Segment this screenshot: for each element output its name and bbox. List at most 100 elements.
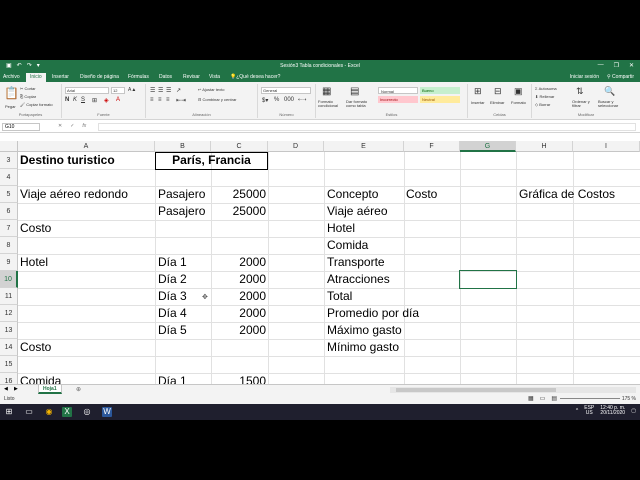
cell-e8[interactable]: Comida — [327, 237, 368, 254]
cell-c9[interactable]: 2000 — [211, 254, 266, 271]
column-header-c[interactable]: C — [211, 141, 268, 152]
tab-formulas[interactable]: Fórmulas — [128, 74, 149, 80]
cell-e6[interactable]: Viaje aéreo — [327, 203, 388, 220]
close-button[interactable]: ✕ — [629, 62, 634, 69]
borders-icon[interactable]: ⊞ — [92, 97, 97, 104]
restore-button[interactable]: ❐ — [614, 62, 619, 69]
italic-icon[interactable]: K — [73, 97, 77, 103]
cell-c13[interactable]: 2000 — [211, 322, 266, 339]
align-left-icon[interactable]: ≡ — [150, 97, 154, 103]
row-header-12[interactable]: 12 — [0, 305, 18, 322]
tab-archivo[interactable]: Archivo — [3, 74, 20, 80]
select-all-corner[interactable] — [0, 141, 18, 152]
row-header-14[interactable]: 14 — [0, 339, 18, 356]
sheet-next-icon[interactable]: ▶ — [14, 386, 18, 392]
style-good[interactable]: Bueno — [420, 87, 460, 94]
add-sheet-icon[interactable]: ⊕ — [76, 386, 81, 393]
enter-icon[interactable]: ✓ — [70, 123, 74, 129]
cell-e12[interactable]: Promedio por día — [327, 305, 419, 322]
insert-cells-icon[interactable]: ⊞ — [474, 86, 482, 97]
row-header-9[interactable]: 9 — [0, 254, 18, 271]
notifications-icon[interactable]: ▢ — [631, 408, 636, 414]
row-header-11[interactable]: 11 — [0, 288, 18, 305]
tab-vista[interactable]: Vista — [209, 74, 220, 80]
cell-e13[interactable]: Máximo gasto — [327, 322, 402, 339]
comma-style-icon[interactable]: 000 — [284, 97, 294, 103]
cell-b6[interactable]: Pasajero — [158, 203, 205, 220]
paste-button[interactable]: Pegar — [5, 104, 16, 109]
fill-button[interactable]: ⬇ Rellenar — [535, 94, 554, 99]
column-header-i[interactable]: I — [573, 141, 640, 152]
minimize-button[interactable]: — — [598, 62, 604, 69]
underline-icon[interactable]: S — [81, 97, 85, 103]
row-header-15[interactable]: 15 — [0, 356, 18, 373]
indent-icon[interactable]: ⇤⇥ — [176, 97, 186, 104]
find-select-icon[interactable]: 🔍 — [604, 86, 615, 97]
cell-a9[interactable]: Hotel — [20, 254, 48, 271]
paste-icon[interactable]: 📋 — [4, 86, 19, 100]
cell-e14[interactable]: Mínimo gasto — [327, 339, 399, 356]
column-header-g[interactable]: G — [460, 141, 516, 152]
cell-a7[interactable]: Costo — [20, 220, 51, 237]
style-bad[interactable]: Incorrecto — [378, 96, 418, 103]
cell-b10[interactable]: Día 2 — [158, 271, 187, 288]
cell-b13[interactable]: Día 5 — [158, 322, 187, 339]
column-header-h[interactable]: H — [516, 141, 573, 152]
tab-revisar[interactable]: Revisar — [183, 74, 200, 80]
currency-icon[interactable]: $▾ — [262, 97, 268, 104]
active-cell-g10[interactable] — [459, 270, 517, 289]
cell-b9[interactable]: Día 1 — [158, 254, 187, 271]
font-grow-icon[interactable]: A▲ — [128, 87, 136, 93]
cell-e5[interactable]: Concepto — [327, 186, 378, 203]
format-table-icon[interactable]: ▤ — [350, 86, 359, 97]
sort-filter-icon[interactable]: ⇅ — [576, 86, 584, 97]
tab-datos[interactable]: Datos — [159, 74, 172, 80]
chrome-icon[interactable]: ◉ — [44, 407, 54, 417]
tab-diseno-de-pagina[interactable]: Diseño de página — [80, 74, 119, 80]
cell-c10[interactable]: 2000 — [211, 271, 266, 288]
font-name-select[interactable]: Arial — [65, 87, 109, 94]
row-header-6[interactable]: 6 — [0, 203, 18, 220]
cell-e9[interactable]: Transporte — [327, 254, 385, 271]
align-top-icon[interactable]: ☰ — [150, 87, 155, 94]
column-header-b[interactable]: B — [155, 141, 211, 152]
page-layout-icon[interactable]: ▭ — [540, 395, 546, 402]
conditional-format-button[interactable]: Formato condicional — [318, 100, 346, 108]
cell-b3[interactable]: París, Francia — [155, 152, 268, 169]
formula-input[interactable] — [98, 123, 636, 131]
row-header-10[interactable]: 10 — [0, 271, 18, 288]
row-header-8[interactable]: 8 — [0, 237, 18, 254]
font-size-select[interactable]: 12 — [111, 87, 125, 94]
worksheet-grid[interactable]: A B C D E F G H I 3 4 5 6 7 8 9 10 11 12… — [0, 141, 640, 420]
find-select-button[interactable]: Buscar y seleccionar — [598, 100, 628, 108]
row-header-13[interactable]: 13 — [0, 322, 18, 339]
cell-a3[interactable]: Destino turistico — [20, 152, 115, 169]
page-break-icon[interactable]: ▤ — [551, 395, 557, 402]
windows-start-icon[interactable]: ⊞ — [4, 407, 14, 417]
zoom-level[interactable]: 175 % — [622, 396, 636, 402]
input-language[interactable]: ESP US — [584, 406, 594, 416]
column-header-a[interactable]: A — [18, 141, 155, 152]
signin-link[interactable]: Iniciar sesión — [570, 74, 599, 80]
sheet-prev-icon[interactable]: ◀ — [4, 386, 8, 392]
conditional-format-icon[interactable]: ▦ — [322, 86, 331, 97]
align-center-icon[interactable]: ≡ — [158, 97, 162, 103]
format-cells-button[interactable]: Formato — [511, 100, 526, 105]
bold-icon[interactable]: N — [65, 97, 69, 103]
normal-view-icon[interactable]: ▦ — [528, 395, 534, 402]
scrollbar-thumb[interactable] — [396, 388, 556, 392]
cell-e7[interactable]: Hotel — [327, 220, 355, 237]
task-view-icon[interactable]: ▭ — [24, 407, 34, 417]
orientation-icon[interactable]: ↗ — [176, 87, 181, 94]
cell-c11[interactable]: 2000 — [211, 288, 266, 305]
tray-arrow-icon[interactable]: ^ — [576, 408, 578, 414]
column-header-d[interactable]: D — [268, 141, 324, 152]
format-cells-icon[interactable]: ▣ — [514, 86, 523, 97]
insert-cells-button[interactable]: Insertar — [471, 100, 485, 105]
column-header-e[interactable]: E — [324, 141, 404, 152]
percent-icon[interactable]: % — [274, 97, 279, 103]
delete-cells-icon[interactable]: ⊟ — [494, 86, 502, 97]
clock[interactable]: 12:40 p. m. 20/11/2020 — [600, 406, 625, 416]
align-right-icon[interactable]: ≡ — [166, 97, 170, 103]
style-neutral[interactable]: Neutral — [420, 96, 460, 103]
